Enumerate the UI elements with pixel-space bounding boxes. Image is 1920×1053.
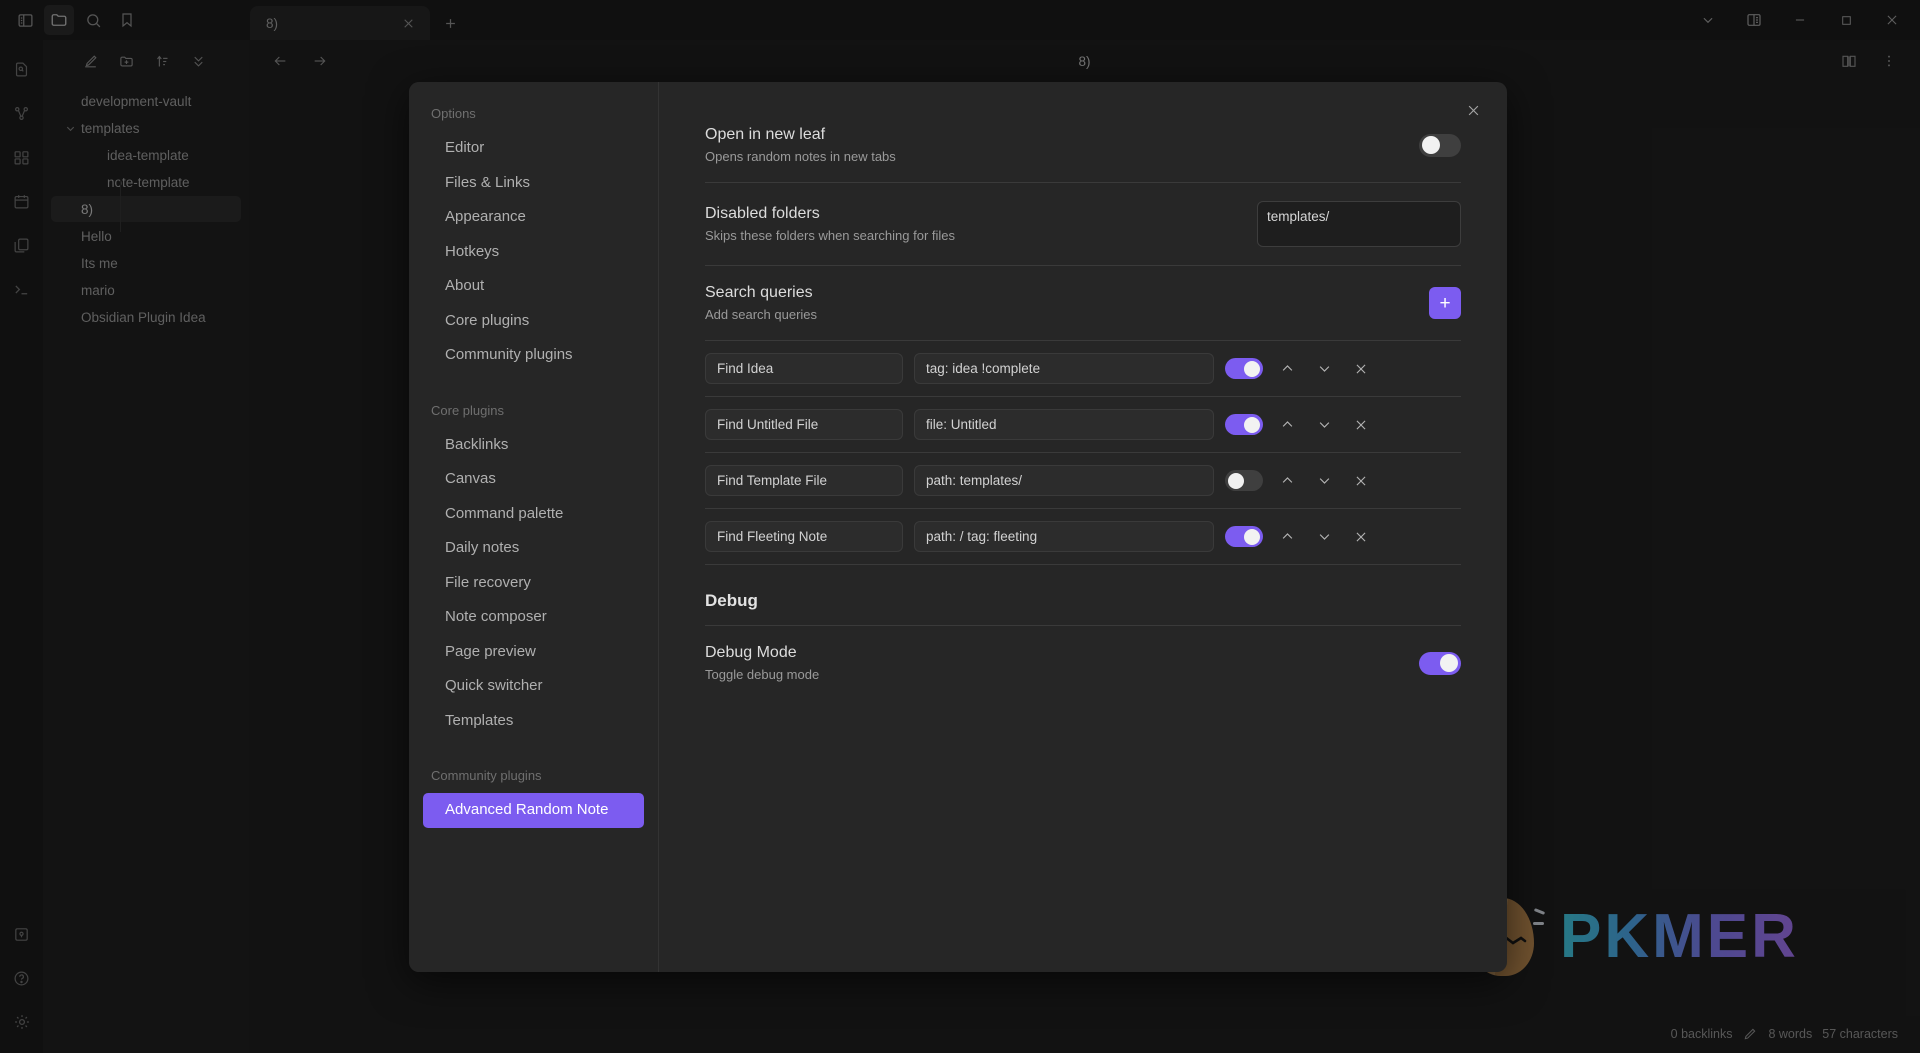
nav-item-appearance[interactable]: Appearance <box>423 200 644 235</box>
search-query-row <box>705 341 1461 397</box>
query-name-input[interactable] <box>705 521 903 552</box>
nav-item-backlinks[interactable]: Backlinks <box>423 428 644 463</box>
query-value-input[interactable] <box>914 465 1214 496</box>
settings-nav: Options Editor Files & Links Appearance … <box>409 82 659 972</box>
toggle-knob <box>1244 416 1260 433</box>
query-enabled-toggle[interactable] <box>1225 526 1263 547</box>
query-value-input[interactable] <box>914 521 1214 552</box>
move-query-up-icon[interactable] <box>1274 468 1300 494</box>
move-query-up-icon[interactable] <box>1274 412 1300 438</box>
toggle-knob <box>1244 360 1260 377</box>
settings-modal: Options Editor Files & Links Appearance … <box>409 82 1507 972</box>
setting-info: Debug Mode Toggle debug mode <box>705 644 1399 682</box>
move-query-up-icon[interactable] <box>1274 524 1300 550</box>
setting-info: Disabled folders Skips these folders whe… <box>705 205 1237 243</box>
nav-group-title-options: Options <box>431 106 476 121</box>
move-query-down-icon[interactable] <box>1311 356 1337 382</box>
nav-item-note-composer[interactable]: Note composer <box>423 600 644 635</box>
query-enabled-toggle[interactable] <box>1225 358 1263 379</box>
open-in-new-leaf-toggle[interactable] <box>1419 133 1461 157</box>
nav-item-daily-notes[interactable]: Daily notes <box>423 531 644 566</box>
disabled-folders-textarea[interactable] <box>1257 201 1461 247</box>
delete-query-icon[interactable] <box>1348 524 1374 550</box>
move-query-down-icon[interactable] <box>1311 524 1337 550</box>
query-value-input[interactable] <box>914 409 1214 440</box>
setting-description: Skips these folders when searching for f… <box>705 228 956 243</box>
add-search-query-button[interactable]: + <box>1429 287 1461 319</box>
nav-item-canvas[interactable]: Canvas <box>423 462 644 497</box>
setting-info: Open in new leaf Opens random notes in n… <box>705 126 1399 164</box>
setting-info: Search queries Add search queries <box>705 284 1409 322</box>
setting-label: Search queries <box>705 284 813 301</box>
toggle-knob <box>1422 136 1440 154</box>
search-query-row <box>705 453 1461 509</box>
move-query-down-icon[interactable] <box>1311 468 1337 494</box>
nav-item-file-recovery[interactable]: File recovery <box>423 566 644 601</box>
delete-query-icon[interactable] <box>1348 468 1374 494</box>
nav-group-title-community-plugins: Community plugins <box>431 768 542 783</box>
setting-label: Disabled folders <box>705 205 820 222</box>
nav-item-command-palette[interactable]: Command palette <box>423 497 644 532</box>
query-value-input[interactable] <box>914 353 1214 384</box>
nav-item-core-plugins[interactable]: Core plugins <box>423 304 644 339</box>
nav-gap <box>409 373 658 403</box>
debug-section-heading: Debug <box>705 565 1461 626</box>
search-query-row <box>705 509 1461 565</box>
toggle-knob <box>1244 528 1260 545</box>
delete-query-icon[interactable] <box>1348 356 1374 382</box>
nav-item-files-links[interactable]: Files & Links <box>423 166 644 201</box>
nav-item-editor[interactable]: Editor <box>423 131 644 166</box>
nav-item-about[interactable]: About <box>423 269 644 304</box>
toggle-knob <box>1440 654 1458 672</box>
query-enabled-toggle[interactable] <box>1225 414 1263 435</box>
nav-item-quick-switcher[interactable]: Quick switcher <box>423 669 644 704</box>
setting-open-in-new-leaf: Open in new leaf Opens random notes in n… <box>705 108 1461 183</box>
query-name-input[interactable] <box>705 465 903 496</box>
nav-item-hotkeys[interactable]: Hotkeys <box>423 235 644 270</box>
search-query-row <box>705 397 1461 453</box>
settings-content: Open in new leaf Opens random notes in n… <box>659 82 1507 972</box>
setting-debug-mode: Debug Mode Toggle debug mode <box>705 626 1461 700</box>
nav-group-title-core-plugins: Core plugins <box>431 402 504 418</box>
setting-label: Open in new leaf <box>705 126 826 143</box>
setting-disabled-folders: Disabled folders Skips these folders whe… <box>705 183 1461 266</box>
nav-item-advanced-random-note[interactable]: Advanced Random Note <box>423 793 644 828</box>
nav-item-page-preview[interactable]: Page preview <box>423 635 644 670</box>
query-name-input[interactable] <box>705 409 903 440</box>
move-query-down-icon[interactable] <box>1311 412 1337 438</box>
setting-description: Toggle debug mode <box>705 667 820 682</box>
query-enabled-toggle[interactable] <box>1225 470 1263 491</box>
move-query-up-icon[interactable] <box>1274 356 1300 382</box>
modal-close-icon[interactable] <box>1459 96 1487 124</box>
setting-description: Opens random notes in new tabs <box>705 149 896 164</box>
setting-label: Debug Mode <box>705 644 797 661</box>
delete-query-icon[interactable] <box>1348 412 1374 438</box>
setting-description: Add search queries <box>705 307 818 322</box>
query-name-input[interactable] <box>705 353 903 384</box>
toggle-knob <box>1228 472 1244 489</box>
setting-search-queries-header: Search queries Add search queries + <box>705 266 1461 341</box>
nav-item-community-plugins[interactable]: Community plugins <box>423 338 644 373</box>
nav-item-templates[interactable]: Templates <box>423 704 644 739</box>
nav-gap <box>409 738 658 768</box>
debug-mode-toggle[interactable] <box>1419 651 1461 675</box>
